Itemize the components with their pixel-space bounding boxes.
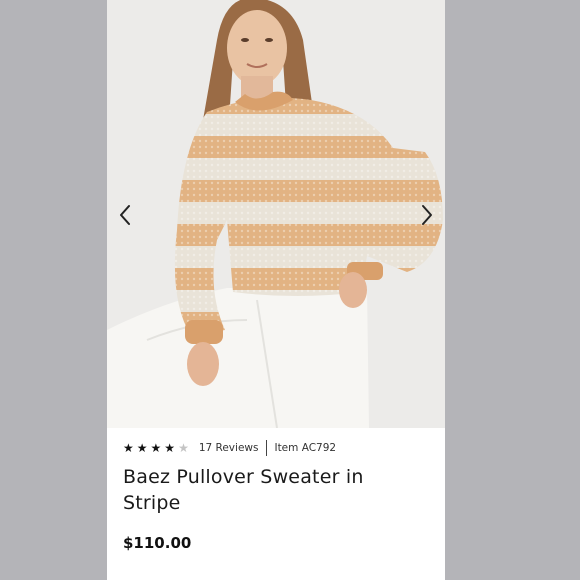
star-icon: ★ — [136, 441, 148, 455]
sweater-photo — [107, 0, 445, 428]
product-price: $110.00 — [123, 534, 192, 552]
rating-row: ★ ★ ★ ★ ★ 17 Reviews Item AC792 — [123, 439, 336, 457]
product-image[interactable] — [107, 0, 445, 428]
product-title: Baez Pullover Sweater in Stripe — [123, 466, 364, 514]
meta-divider — [266, 440, 268, 456]
item-number: Item AC792 — [274, 442, 337, 454]
star-icon: ★ — [178, 441, 189, 455]
chevron-left-icon — [120, 205, 130, 225]
product-info: ★ ★ ★ ★ ★ 17 Reviews Item AC792 Baez Pullove… — [107, 428, 445, 580]
star-icon: ★ — [150, 441, 162, 455]
star-icon: ★ — [164, 441, 176, 455]
chevron-right-icon — [422, 205, 432, 225]
reviews-link[interactable]: 17 Reviews — [199, 442, 259, 454]
star-icon: ★ — [123, 441, 134, 455]
star-rating[interactable]: ★ ★ ★ ★ ★ — [123, 442, 189, 454]
product-card: ★ ★ ★ ★ ★ 17 Reviews Item AC792 Baez Pullove… — [107, 0, 445, 580]
gallery-prev-button[interactable] — [111, 198, 139, 232]
gallery-next-button[interactable] — [413, 198, 441, 232]
